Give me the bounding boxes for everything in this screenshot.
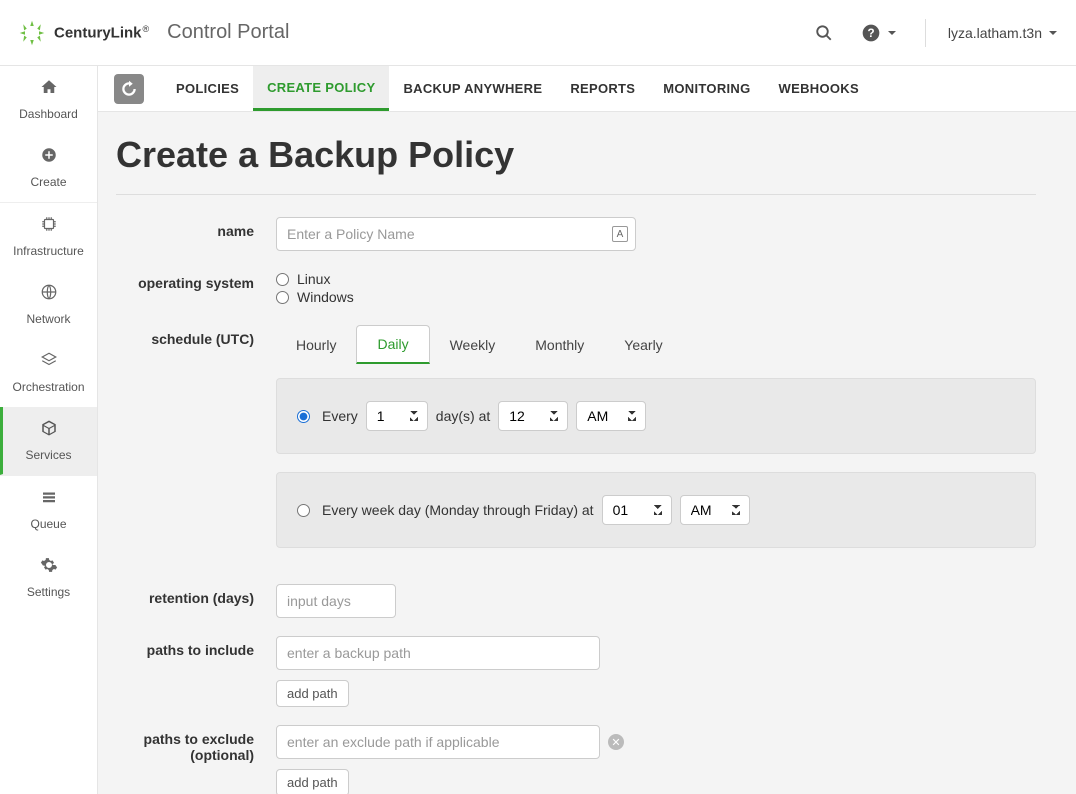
sidebar-item-create[interactable]: Create [0,134,97,202]
retention-days-input[interactable] [276,584,396,618]
sidebar-item-label: Orchestration [12,380,84,394]
daily-every-prefix: Every [322,408,358,424]
row-paths-exclude: paths to exclude (optional) ✕ add path [116,725,1036,794]
sidebar-item-label: Network [26,312,70,326]
exclude-path-input[interactable] [276,725,600,759]
home-icon [40,78,58,101]
backup-module-icon [114,74,144,104]
sidebar-item-label: Queue [30,517,66,531]
tab-hourly[interactable]: Hourly [276,325,356,364]
layers-icon [40,351,58,374]
os-radio-windows-input[interactable] [276,291,289,304]
daily-weekday-hour-select[interactable]: 01 [602,495,672,525]
svg-text:?: ? [867,27,874,40]
main-area: POLICIES CREATE POLICY BACKUP ANYWHERE R… [98,66,1076,794]
add-exclude-path-button[interactable]: add path [276,769,349,794]
subnav-monitoring[interactable]: MONITORING [649,66,764,111]
subnav-backup-anywhere[interactable]: BACKUP ANYWHERE [389,66,556,111]
label-schedule: schedule (UTC) [116,325,276,566]
row-name: name A [116,217,1036,251]
portal-title: Control Portal [167,21,289,44]
tab-daily[interactable]: Daily [356,325,429,364]
sidebar-item-settings[interactable]: Settings [0,544,97,612]
remove-exclude-path-icon[interactable]: ✕ [608,734,624,750]
input-autofill-icon: A [612,226,628,242]
content: Create a Backup Policy name A operating … [98,112,1076,794]
search-icon[interactable] [815,24,833,42]
chip-icon [40,215,58,238]
daily-every-days-select[interactable]: 1 [366,401,428,431]
queue-icon [40,488,58,511]
label-name: name [116,217,276,251]
sidebar: Dashboard Create Infrastructure Network [0,66,98,794]
sidebar-item-dashboard[interactable]: Dashboard [0,66,97,134]
schedule-panel-every-n-days: Every 1 day(s) at 12 AM [276,378,1036,454]
os-linux-label: Linux [297,271,330,287]
sidebar-item-orchestration[interactable]: Orchestration [0,339,97,407]
topbar-divider [925,19,926,47]
sidebar-item-label: Infrastructure [13,244,84,258]
row-paths-include: paths to include add path [116,636,1036,707]
brand-wordmark: CenturyLink® [54,24,149,42]
page-title: Create a Backup Policy [116,134,1036,195]
sidebar-item-label: Settings [27,585,70,599]
daily-every-ampm-select[interactable]: AM [576,401,646,431]
sidebar-item-services[interactable]: Services [0,407,97,475]
top-header: CenturyLink® Control Portal ? lyza.latha… [0,0,1076,66]
sidebar-item-network[interactable]: Network [0,271,97,339]
subnav-webhooks[interactable]: WEBHOOKS [765,66,873,111]
os-radio-windows[interactable]: Windows [276,289,1036,305]
label-os: operating system [116,269,276,307]
os-windows-label: Windows [297,289,354,305]
row-retention: retention (days) [116,584,1036,618]
cube-icon [40,419,58,442]
daily-weekday-ampm-select[interactable]: AM [680,495,750,525]
os-radio-linux-input[interactable] [276,273,289,286]
row-os: operating system Linux Windows [116,269,1036,307]
include-path-input[interactable] [276,636,600,670]
subnav-reports[interactable]: REPORTS [556,66,649,111]
label-paths-include: paths to include [116,636,276,707]
os-radio-linux[interactable]: Linux [276,271,1036,287]
schedule-tabs: Hourly Daily Weekly Monthly Yearly [276,325,1036,364]
sidebar-item-label: Create [30,175,66,189]
tab-monthly[interactable]: Monthly [515,325,604,364]
user-name: lyza.latham.t3n [948,25,1042,41]
label-retention: retention (days) [116,584,276,618]
subnav-policies[interactable]: POLICIES [162,66,253,111]
sidebar-item-label: Dashboard [19,107,78,121]
globe-icon [40,283,58,306]
sidebar-item-infrastructure[interactable]: Infrastructure [0,203,97,271]
daily-every-radio[interactable] [297,410,310,423]
help-icon[interactable]: ? [861,23,897,43]
daily-every-suffix: day(s) at [436,408,490,424]
daily-weekday-prefix: Every week day (Monday through Friday) a… [322,502,594,518]
tab-weekly[interactable]: Weekly [430,325,516,364]
plus-circle-icon [40,146,58,169]
add-include-path-button[interactable]: add path [276,680,349,707]
sidebar-item-label: Services [25,448,71,462]
schedule-panel-weekdays: Every week day (Monday through Friday) a… [276,472,1036,548]
brand-logo-icon [18,19,46,47]
subnav-create-policy[interactable]: CREATE POLICY [253,66,389,111]
chevron-down-icon [1048,28,1058,38]
policy-name-input[interactable] [276,217,636,251]
daily-every-hour-select[interactable]: 12 [498,401,568,431]
gear-icon [40,556,58,579]
sub-navigation: POLICIES CREATE POLICY BACKUP ANYWHERE R… [98,66,1076,112]
tab-yearly[interactable]: Yearly [604,325,682,364]
row-schedule: schedule (UTC) Hourly Daily Weekly Month… [116,325,1036,566]
label-paths-exclude: paths to exclude (optional) [116,725,276,794]
daily-weekday-radio[interactable] [297,504,310,517]
user-menu[interactable]: lyza.latham.t3n [948,25,1058,41]
sidebar-item-queue[interactable]: Queue [0,476,97,544]
